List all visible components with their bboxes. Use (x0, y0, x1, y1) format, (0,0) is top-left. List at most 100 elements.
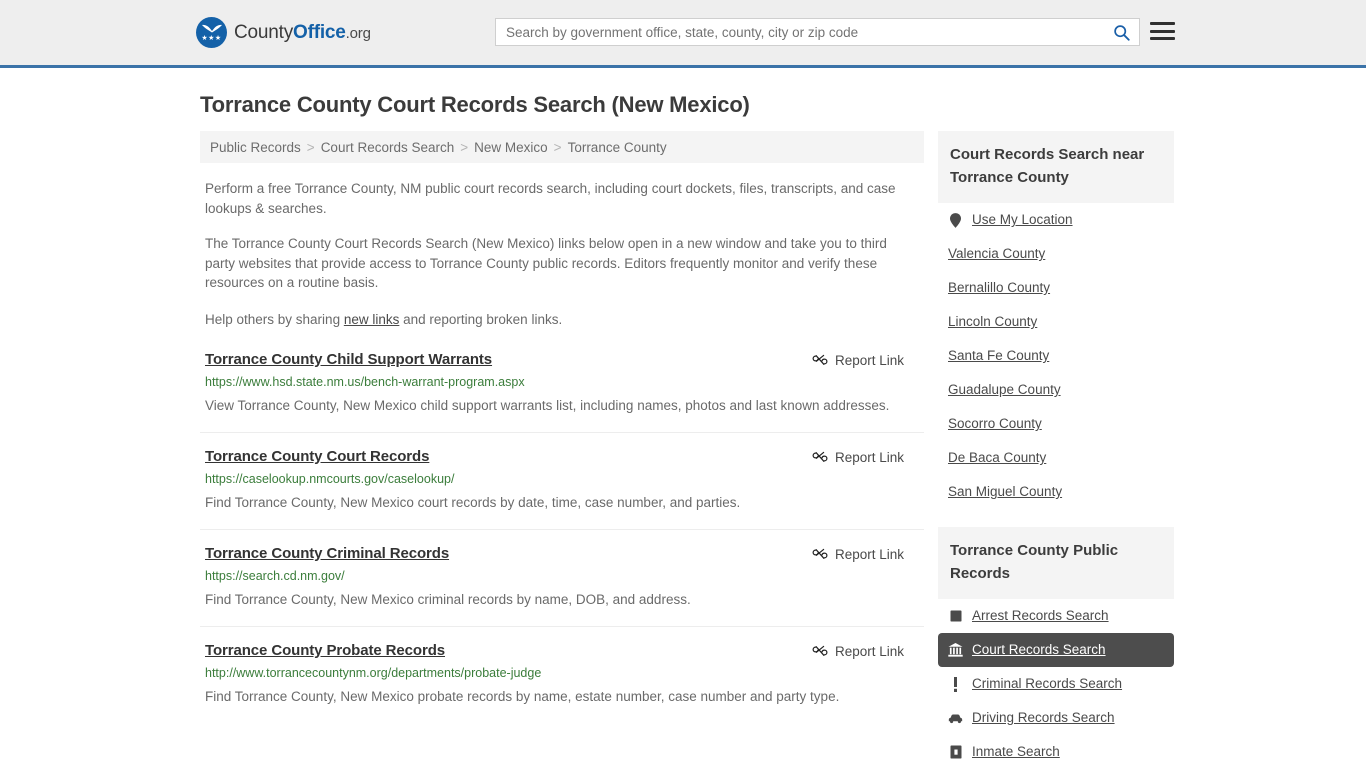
courthouse-icon (948, 643, 963, 657)
result-title-link[interactable]: Torrance County Child Support Warrants (205, 351, 492, 368)
result-url[interactable]: http://www.torrancecountynm.org/departme… (205, 665, 920, 681)
sidebar-item-inmate-search[interactable]: Inmate Search (938, 735, 1174, 768)
sidebar-item-santa-fe-county[interactable]: Santa Fe County (938, 339, 1174, 373)
new-links-link[interactable]: new links (344, 312, 400, 327)
result-item: Torrance County Criminal Records Report … (200, 545, 924, 627)
hamburger-bar-2 (1150, 29, 1175, 33)
sidebar: Court Records Search near Torrance Count… (938, 131, 1174, 768)
map-pin-icon (948, 212, 963, 228)
search-button[interactable] (1103, 19, 1139, 45)
search-bar[interactable] (495, 18, 1140, 46)
sidebar-item-guadalupe-county[interactable]: Guadalupe County (938, 373, 1174, 407)
breadcrumb-separator-2: > (460, 139, 469, 155)
intro-p3-after: and reporting broken links. (399, 311, 563, 327)
result-description: Find Torrance County, New Mexico court r… (205, 495, 741, 510)
brand-part-office: Office (293, 21, 346, 43)
breadcrumb-separator-3: > (553, 139, 562, 155)
page-body: Torrance County Court Records Search (Ne… (0, 92, 1366, 768)
result-title-link[interactable]: Torrance County Court Records (205, 448, 429, 465)
site-logo-link[interactable]: ★★★ CountyOffice.org (196, 17, 371, 48)
sidebar-link-criminal-records-search[interactable]: Criminal Records Search (972, 675, 1122, 693)
sidebar-link-driving-records-search[interactable]: Driving Records Search (972, 709, 1115, 727)
sidebar-item-bernalillo-county[interactable]: Bernalillo County (938, 271, 1174, 305)
broken-link-icon (812, 451, 828, 462)
sidebar-nearby-box: Court Records Search near Torrance Count… (938, 131, 1174, 509)
sidebar-public-records-heading: Torrance County Public Records (938, 527, 1174, 599)
result-header: Torrance County Probate Records Report L… (205, 642, 920, 659)
breadcrumb-separator-1: > (306, 139, 315, 155)
brand-wordmark: CountyOffice.org (234, 22, 371, 44)
sidebar-public-records-box: Torrance County Public Records Arrest Re… (938, 527, 1174, 768)
report-link-button[interactable]: Report Link (812, 546, 920, 562)
intro-paragraph-2: The Torrance County Court Records Search… (205, 236, 887, 290)
sidebar-item-socorro-county[interactable]: Socorro County (938, 407, 1174, 441)
sidebar-nearby-list: Use My Location Valencia County Bernalil… (938, 203, 1174, 509)
book-icon (948, 610, 963, 622)
sidebar-link-bernalillo-county[interactable]: Bernalillo County (948, 279, 1050, 297)
sidebar-link-court-records-search[interactable]: Court Records Search (972, 641, 1106, 659)
report-link-button[interactable]: Report Link (812, 449, 920, 465)
sidebar-item-driving-records-search[interactable]: Driving Records Search (938, 701, 1174, 735)
sidebar-link-lincoln-county[interactable]: Lincoln County (948, 313, 1037, 331)
result-url[interactable]: https://search.cd.nm.gov/ (205, 568, 920, 584)
report-link-button[interactable]: Report Link (812, 643, 920, 659)
intro-paragraph-3: Help others by sharing new links and rep… (205, 310, 920, 330)
sidebar-link-use-my-location[interactable]: Use My Location (972, 211, 1073, 229)
sidebar-link-guadalupe-county[interactable]: Guadalupe County (948, 381, 1061, 399)
result-item: Torrance County Probate Records Report L… (200, 642, 924, 723)
sidebar-link-valencia-county[interactable]: Valencia County (948, 245, 1045, 263)
breadcrumb-item-public-records[interactable]: Public Records (210, 140, 301, 155)
content-row: Public Records > Court Records Search > … (0, 131, 1366, 768)
brand-part-county: County (234, 21, 294, 43)
inmate-icon (948, 745, 963, 759)
sidebar-link-inmate-search[interactable]: Inmate Search (972, 743, 1060, 761)
intro-text: Perform a free Torrance County, NM publi… (200, 179, 924, 329)
site-header: ★★★ CountyOffice.org (0, 0, 1366, 68)
report-link-button[interactable]: Report Link (812, 352, 920, 368)
sidebar-item-lincoln-county[interactable]: Lincoln County (938, 305, 1174, 339)
hamburger-bar-1 (1150, 22, 1175, 25)
sidebar-item-san-miguel-county[interactable]: San Miguel County (938, 475, 1174, 509)
result-item: Torrance County Child Support Warrants R… (200, 351, 924, 433)
sidebar-item-arrest-records-search[interactable]: Arrest Records Search (938, 599, 1174, 633)
sidebar-item-de-baca-county[interactable]: De Baca County (938, 441, 1174, 475)
sidebar-public-records-list: Arrest Records Search Court Records Sear… (938, 599, 1174, 768)
sidebar-nearby-heading: Court Records Search near Torrance Count… (938, 131, 1174, 203)
search-icon (1113, 24, 1130, 41)
exclamation-icon (948, 676, 963, 692)
result-title-link[interactable]: Torrance County Criminal Records (205, 545, 449, 562)
broken-link-icon (812, 645, 828, 656)
intro-paragraph-1: Perform a free Torrance County, NM publi… (205, 181, 896, 216)
result-url[interactable]: https://caselookup.nmcourts.gov/caselook… (205, 471, 920, 487)
result-url[interactable]: https://www.hsd.state.nm.us/bench-warran… (205, 374, 920, 390)
report-link-label: Report Link (834, 546, 904, 562)
sidebar-item-use-my-location[interactable]: Use My Location (938, 203, 1174, 237)
brand-part-tld: .org (345, 24, 371, 42)
result-title-link[interactable]: Torrance County Probate Records (205, 642, 445, 659)
breadcrumb-item-new-mexico[interactable]: New Mexico (474, 140, 548, 155)
sidebar-item-court-records-search[interactable]: Court Records Search (938, 633, 1174, 667)
sidebar-link-socorro-county[interactable]: Socorro County (948, 415, 1042, 433)
broken-link-icon (812, 354, 828, 365)
hamburger-bar-3 (1150, 37, 1175, 40)
result-item: Torrance County Court Records Report Lin… (200, 448, 924, 530)
sidebar-link-santa-fe-county[interactable]: Santa Fe County (948, 347, 1049, 365)
hamburger-menu-icon[interactable] (1150, 20, 1175, 42)
sidebar-link-san-miguel-county[interactable]: San Miguel County (948, 483, 1062, 501)
breadcrumb-item-torrance-county[interactable]: Torrance County (568, 140, 667, 155)
report-link-label: Report Link (834, 449, 904, 465)
sidebar-item-valencia-county[interactable]: Valencia County (938, 237, 1174, 271)
eagle-wings-icon (201, 24, 222, 33)
sidebar-link-de-baca-county[interactable]: De Baca County (948, 449, 1046, 467)
search-input[interactable] (496, 19, 1103, 45)
result-description: Find Torrance County, New Mexico crimina… (205, 592, 691, 607)
result-header: Torrance County Child Support Warrants R… (205, 351, 920, 368)
results-list: Torrance County Child Support Warrants R… (200, 351, 924, 723)
page-title: Torrance County Court Records Search (Ne… (200, 92, 750, 117)
logo-stars: ★★★ (201, 35, 222, 42)
breadcrumb-item-court-records-search[interactable]: Court Records Search (321, 140, 455, 155)
countyoffice-eagle-logo-icon: ★★★ (196, 17, 227, 48)
report-link-label: Report Link (834, 643, 904, 659)
sidebar-item-criminal-records-search[interactable]: Criminal Records Search (938, 667, 1174, 701)
sidebar-link-arrest-records-search[interactable]: Arrest Records Search (972, 607, 1109, 625)
